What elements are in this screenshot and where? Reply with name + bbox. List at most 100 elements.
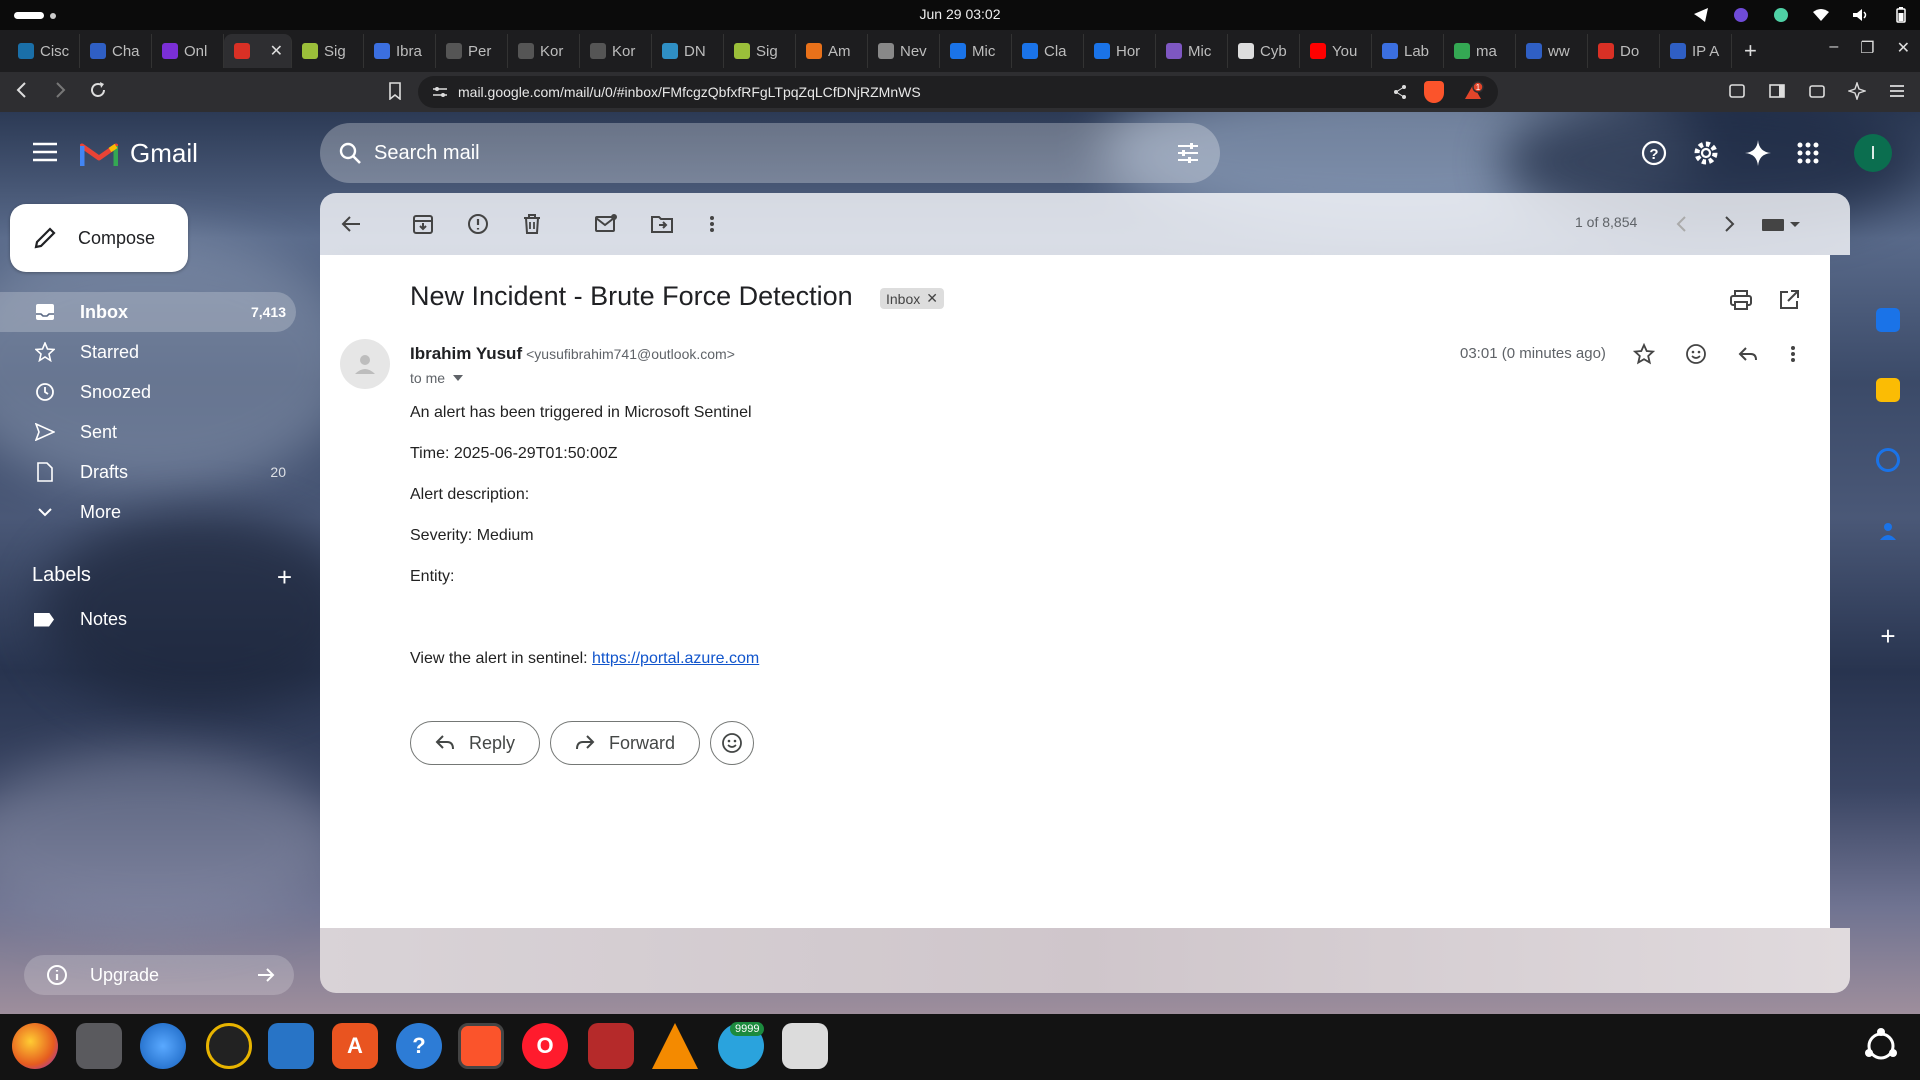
keep-icon[interactable]: [1876, 378, 1900, 402]
search-options-icon[interactable]: [1176, 141, 1200, 165]
get-addons-icon[interactable]: +: [1876, 623, 1900, 649]
brave-shields-icon[interactable]: [1424, 81, 1444, 103]
trash-icon[interactable]: [782, 1023, 828, 1069]
settings-gear-icon[interactable]: [1692, 139, 1720, 167]
star-outline-icon[interactable]: [1633, 343, 1655, 365]
browser-tab[interactable]: Cisc: [8, 34, 80, 68]
browser-tab[interactable]: Kor: [580, 34, 652, 68]
browser-tab[interactable]: Hor: [1084, 34, 1156, 68]
gmail-logo[interactable]: Gmail: [80, 138, 198, 169]
forward-icon[interactable]: [50, 80, 70, 100]
sidebar-item-drafts[interactable]: Drafts 20: [0, 452, 296, 492]
writer-icon[interactable]: [268, 1023, 314, 1069]
sidebar-item-snoozed[interactable]: Snoozed: [0, 372, 296, 412]
site-info-icon[interactable]: [432, 85, 448, 99]
browser-tab[interactable]: DN: [652, 34, 724, 68]
emoji-react-button[interactable]: [710, 721, 755, 765]
browser-tab[interactable]: Onl: [152, 34, 224, 68]
browser-tab[interactable]: Cyb: [1228, 34, 1300, 68]
battery-icon[interactable]: [1892, 6, 1910, 24]
brave-rewards-icon[interactable]: 1: [1462, 81, 1484, 103]
browser-tab[interactable]: Kor: [508, 34, 580, 68]
sidebar-toggle-icon[interactable]: [1768, 82, 1786, 100]
inbox-label-chip[interactable]: Inbox ✕: [880, 288, 944, 309]
sender-avatar[interactable]: [340, 339, 390, 389]
share-icon[interactable]: [1392, 84, 1408, 100]
sender-name[interactable]: Ibrahim Yusuf: [410, 344, 522, 363]
vpn-tray-icon[interactable]: [1772, 6, 1790, 24]
browser-tab[interactable]: Mic: [1156, 34, 1228, 68]
new-tab-button[interactable]: +: [1744, 38, 1757, 64]
main-menu-icon[interactable]: [32, 142, 58, 162]
browser-tab[interactable]: Ibra: [364, 34, 436, 68]
back-to-inbox-icon[interactable]: [340, 213, 362, 235]
open-new-window-icon[interactable]: [1778, 289, 1800, 311]
help-app-icon[interactable]: ?: [396, 1023, 442, 1069]
browser-tab[interactable]: Sig: [724, 34, 796, 68]
firefox-icon[interactable]: [12, 1023, 58, 1069]
show-apps-icon[interactable]: [1858, 1023, 1904, 1069]
maximize-icon[interactable]: ❐: [1860, 38, 1874, 58]
message-more-icon[interactable]: [1789, 343, 1797, 365]
forward-button[interactable]: Forward: [550, 721, 701, 765]
vlc-icon[interactable]: [652, 1023, 698, 1069]
upgrade-button[interactable]: Upgrade: [24, 955, 294, 995]
clock[interactable]: Jun 29 03:02: [0, 6, 1920, 22]
account-avatar[interactable]: I: [1854, 134, 1892, 172]
browser-tab[interactable]: ww: [1516, 34, 1588, 68]
bookmark-icon[interactable]: [388, 82, 402, 100]
newer-chevron-icon[interactable]: [1674, 213, 1688, 235]
browser-tab[interactable]: ma: [1444, 34, 1516, 68]
close-tab-icon[interactable]: ✕: [270, 41, 283, 61]
browser-tab[interactable]: Nev: [868, 34, 940, 68]
browser-menu-icon[interactable]: [1888, 82, 1906, 100]
wallet-icon[interactable]: [1808, 82, 1826, 100]
reply-button[interactable]: Reply: [410, 721, 541, 765]
delete-icon[interactable]: [522, 213, 542, 235]
close-window-icon[interactable]: ✕: [1897, 38, 1910, 58]
mark-unread-icon[interactable]: [594, 213, 618, 235]
print-icon[interactable]: [1730, 289, 1752, 311]
browser-tab[interactable]: Mic: [940, 34, 1012, 68]
app-tray-icon[interactable]: [1732, 6, 1750, 24]
tab-gmail-active[interactable]: ✕: [224, 34, 292, 68]
more-options-icon[interactable]: [708, 213, 716, 235]
search-bar[interactable]: Search mail: [320, 123, 1220, 183]
browser-tab[interactable]: Cla: [1012, 34, 1084, 68]
compose-button[interactable]: Compose: [10, 204, 188, 272]
older-chevron-icon[interactable]: [1723, 213, 1737, 235]
wifi-icon[interactable]: [1812, 6, 1830, 24]
app-center-icon[interactable]: A: [332, 1023, 378, 1069]
browser-tab[interactable]: Lab: [1372, 34, 1444, 68]
burp-suite-icon[interactable]: [588, 1023, 634, 1069]
sidebar-item-inbox[interactable]: Inbox 7,413: [0, 292, 296, 332]
telegram-tray-icon[interactable]: [1692, 6, 1710, 24]
contacts-icon[interactable]: [1876, 518, 1900, 542]
sidebar-item-starred[interactable]: Starred: [0, 332, 296, 372]
browser-tab[interactable]: Am: [796, 34, 868, 68]
browser-tab[interactable]: Sig: [292, 34, 364, 68]
sentinel-portal-link[interactable]: https://portal.azure.com: [592, 650, 759, 667]
browser-tab[interactable]: Do: [1588, 34, 1660, 68]
sidebar-item-more[interactable]: More: [0, 492, 296, 532]
move-to-icon[interactable]: [650, 213, 674, 235]
report-spam-icon[interactable]: [467, 213, 489, 235]
reply-icon[interactable]: [1737, 343, 1759, 365]
minimize-icon[interactable]: –: [1829, 38, 1838, 58]
reload-icon[interactable]: [88, 80, 108, 100]
address-bar[interactable]: mail.google.com/mail/u/0/#inbox/FMfcgzQb…: [418, 76, 1498, 108]
sender-email[interactable]: <yusufibrahim741@outlook.com>: [526, 346, 735, 362]
opera-icon[interactable]: O: [522, 1023, 568, 1069]
create-label-button[interactable]: +: [277, 562, 292, 593]
emoji-reaction-icon[interactable]: [1685, 343, 1707, 365]
browser-tab[interactable]: Cha: [80, 34, 152, 68]
input-tools-icon[interactable]: [1760, 213, 1804, 235]
calendar-icon[interactable]: [1876, 308, 1900, 332]
browser-tab[interactable]: You: [1300, 34, 1372, 68]
recipient-details[interactable]: to me: [410, 370, 464, 386]
help-icon[interactable]: ?: [1640, 139, 1668, 167]
tasks-icon[interactable]: [1876, 448, 1900, 472]
search-icon[interactable]: [338, 141, 362, 165]
browser-tab[interactable]: Per: [436, 34, 508, 68]
rhythmbox-icon[interactable]: [206, 1023, 252, 1069]
